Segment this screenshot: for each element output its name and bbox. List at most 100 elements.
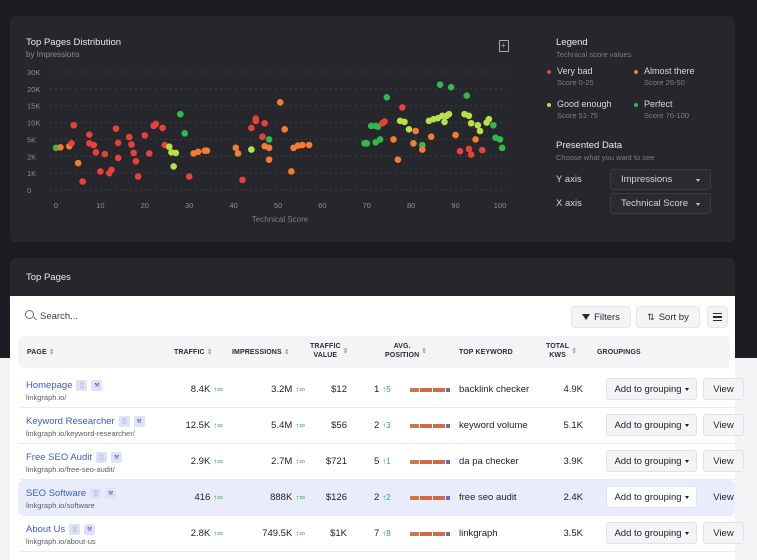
data-point[interactable]	[390, 136, 397, 143]
data-point[interactable]	[152, 120, 160, 128]
view-button[interactable]: View	[703, 486, 744, 508]
data-point[interactable]	[194, 148, 202, 156]
page-link[interactable]: About Us	[26, 524, 65, 535]
wrench-icon[interactable]: ⚒	[111, 452, 123, 463]
data-point[interactable]	[70, 121, 78, 129]
wrench-icon[interactable]: ⚒	[133, 416, 145, 427]
data-point[interactable]	[74, 159, 82, 167]
data-point[interactable]	[170, 163, 177, 170]
data-point[interactable]	[490, 121, 497, 129]
data-point[interactable]	[185, 173, 193, 180]
bar-chart-icon[interactable]: ░	[76, 380, 88, 391]
data-point[interactable]	[239, 176, 246, 184]
bar-chart-icon[interactable]: ░	[69, 524, 81, 535]
columns-menu-button[interactable]	[707, 306, 728, 328]
view-button[interactable]: View	[703, 378, 744, 400]
data-point[interactable]	[405, 126, 413, 133]
data-point[interactable]	[165, 143, 173, 151]
page-link[interactable]: Keyword Researcher	[26, 416, 115, 427]
y-axis-select[interactable]: Impressions	[610, 169, 711, 190]
data-point[interactable]	[381, 118, 388, 125]
column-header-traffic[interactable]: TRAFFIC ⇕	[174, 348, 213, 357]
x-axis-select[interactable]: Technical Score	[610, 193, 711, 214]
data-point[interactable]	[112, 125, 120, 132]
data-point[interactable]	[472, 136, 479, 143]
data-point[interactable]	[128, 141, 135, 148]
data-point[interactable]	[248, 146, 255, 153]
data-point[interactable]	[141, 132, 149, 139]
data-point[interactable]	[299, 141, 306, 149]
data-point[interactable]	[130, 149, 137, 157]
data-point[interactable]	[410, 140, 417, 147]
add-to-grouping-button[interactable]: Add to grouping	[606, 378, 697, 400]
view-button[interactable]: View	[703, 414, 744, 436]
data-point[interactable]	[394, 156, 402, 163]
column-header-avg-position[interactable]: AVG. POSITION ⇕	[385, 342, 427, 360]
data-point[interactable]	[234, 150, 242, 157]
data-point[interactable]	[261, 119, 268, 127]
data-point[interactable]	[265, 136, 273, 143]
bar-chart-icon[interactable]: ░	[90, 488, 102, 499]
wrench-icon[interactable]: ⚒	[84, 524, 96, 535]
column-header-page[interactable]: PAGE ⇕	[27, 348, 55, 357]
page-link[interactable]: Free SEO Audit	[26, 452, 92, 463]
data-point[interactable]	[436, 81, 444, 88]
data-point[interactable]	[465, 145, 473, 153]
data-point[interactable]	[90, 141, 98, 149]
data-point[interactable]	[265, 144, 273, 152]
data-point[interactable]	[125, 133, 133, 141]
view-button[interactable]: View	[703, 522, 744, 544]
data-point[interactable]	[145, 150, 153, 157]
data-point[interactable]	[474, 121, 482, 129]
data-point[interactable]	[452, 131, 459, 139]
data-point[interactable]	[132, 158, 140, 165]
add-to-grouping-button[interactable]: Add to grouping	[606, 450, 697, 472]
data-point[interactable]	[248, 124, 255, 132]
data-point[interactable]	[259, 133, 266, 141]
data-point[interactable]	[108, 166, 115, 174]
data-point[interactable]	[86, 131, 93, 139]
page-link[interactable]: Homepage	[26, 380, 72, 391]
data-point[interactable]	[281, 126, 288, 133]
data-point[interactable]	[478, 146, 486, 154]
data-point[interactable]	[412, 127, 419, 135]
data-point[interactable]	[399, 104, 406, 111]
data-point[interactable]	[363, 140, 371, 147]
add-to-grouping-button[interactable]: Add to grouping	[606, 486, 697, 508]
data-point[interactable]	[467, 119, 475, 127]
data-point[interactable]	[97, 168, 104, 175]
data-point[interactable]	[447, 83, 455, 91]
data-point[interactable]	[114, 139, 122, 147]
data-point[interactable]	[57, 143, 64, 151]
data-point[interactable]	[476, 127, 484, 135]
data-point[interactable]	[445, 110, 453, 118]
sort-by-button[interactable]: ⇅ Sort by	[636, 306, 700, 328]
filters-button[interactable]: Filters	[571, 306, 631, 328]
data-point[interactable]	[401, 118, 408, 126]
data-point[interactable]	[485, 115, 493, 123]
data-point[interactable]	[276, 99, 284, 106]
data-point[interactable]	[456, 147, 464, 155]
data-point[interactable]	[265, 156, 273, 163]
data-point[interactable]	[177, 110, 184, 118]
wrench-icon[interactable]: ⚒	[91, 380, 103, 391]
data-point[interactable]	[68, 140, 75, 147]
data-point[interactable]	[496, 136, 504, 143]
bar-chart-icon[interactable]: ░	[96, 452, 108, 463]
data-point[interactable]	[134, 173, 142, 180]
data-point[interactable]	[114, 154, 122, 162]
data-point[interactable]	[467, 151, 475, 158]
data-point[interactable]	[498, 144, 506, 152]
data-point[interactable]	[181, 130, 189, 137]
data-point[interactable]	[419, 146, 426, 153]
search-input[interactable]	[40, 308, 240, 324]
wrench-icon[interactable]: ⚒	[105, 488, 117, 499]
data-point[interactable]	[383, 93, 391, 101]
page-link[interactable]: SEO Software	[26, 488, 86, 499]
data-point[interactable]	[92, 149, 100, 156]
data-point[interactable]	[172, 149, 180, 157]
data-point[interactable]	[101, 150, 109, 158]
data-point[interactable]	[159, 124, 166, 132]
bar-chart-icon[interactable]: ░	[118, 416, 130, 427]
data-point[interactable]	[376, 136, 384, 143]
